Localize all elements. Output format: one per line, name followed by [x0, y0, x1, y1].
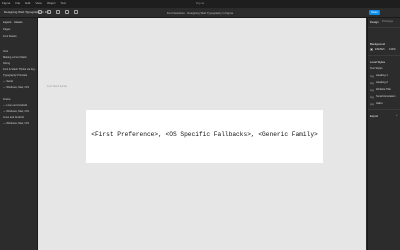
layer-item[interactable]: Font & Stack Thinks via Fig...	[3, 68, 37, 71]
layer-item[interactable]: — Serial	[3, 80, 13, 83]
background-swatch[interactable]	[370, 48, 373, 51]
font-stack-frame[interactable]: <First Preference>, <OS Specific Fallbac…	[86, 110, 323, 163]
style-item-italics[interactable]: Italics	[376, 102, 383, 105]
layers-tab[interactable]: Layers	[3, 20, 11, 24]
text-style-icon: Ag	[370, 102, 374, 106]
background-hex-input[interactable]: E5E5E5	[375, 48, 385, 51]
text-style-icon: Ag	[370, 95, 374, 99]
text-style-icon: Ag	[370, 74, 374, 78]
panel-divider	[368, 27, 400, 28]
layer-item[interactable]: — Windows, Mac, iOS	[3, 122, 29, 125]
toolbar: Designing Web Typography in Fig... × + F…	[0, 8, 400, 18]
local-styles-title: Local Styles	[370, 60, 386, 64]
share-button[interactable]: Share	[369, 10, 380, 15]
layer-item[interactable]: — Linux and Android	[3, 104, 27, 107]
design-panel: Design Prototype Background E5E5E5 100% …	[367, 18, 400, 250]
layer-item[interactable]: Linux and Android	[3, 116, 24, 119]
document-title: Font Selection · Designing Web Typograph…	[166, 11, 234, 15]
background-title: Background	[370, 42, 385, 46]
layer-item[interactable]: — Windows, Mac, iOS	[3, 110, 29, 113]
page-item[interactable]: Font Stacks	[3, 35, 17, 38]
style-item-small-annotation[interactable]: Small Annotation	[376, 95, 395, 98]
style-item-website-title[interactable]: Website Title	[376, 88, 391, 91]
panel-divider	[368, 55, 400, 56]
panel-divider	[368, 109, 400, 110]
frame-label[interactable]: Font Stack Syntax	[47, 85, 67, 88]
layer-item[interactable]: Sizing	[3, 62, 10, 65]
tab-design[interactable]: Design	[370, 20, 379, 24]
window-title: Figma	[195, 1, 205, 5]
menu-bar: Figma File Edit View Object Text Figma	[0, 0, 400, 8]
style-item-heading-1[interactable]: Heading 1	[376, 74, 388, 77]
layer-item[interactable]: Frame	[3, 98, 11, 101]
add-export-icon[interactable]: +	[396, 113, 398, 117]
style-item-heading-2[interactable]: Heading 2	[376, 81, 388, 84]
background-opacity-input[interactable]: 100%	[389, 48, 396, 51]
text-styles-title: Text Styles	[370, 67, 383, 70]
export-title: Export	[370, 114, 379, 118]
layer-item[interactable]: Typography Principle	[3, 74, 27, 77]
assets-tab[interactable]: Assets	[14, 20, 22, 24]
text-style-icon: Ag	[370, 88, 374, 92]
layer-item[interactable]: Making a Font Stack	[3, 56, 27, 59]
layer-item[interactable]: — Windows, Mac, iOS	[3, 86, 29, 89]
tab-prototype[interactable]: Prototype	[382, 20, 393, 23]
layer-item[interactable]: Intro	[3, 50, 8, 53]
layers-panel: Layers Assets Pages Font Stacks Intro Ma…	[0, 18, 38, 250]
font-stack-syntax-text[interactable]: <First Preference>, <OS Specific Fallbac…	[86, 131, 323, 138]
pages-heading: Pages	[3, 28, 11, 31]
text-style-icon: Ag	[370, 81, 374, 85]
